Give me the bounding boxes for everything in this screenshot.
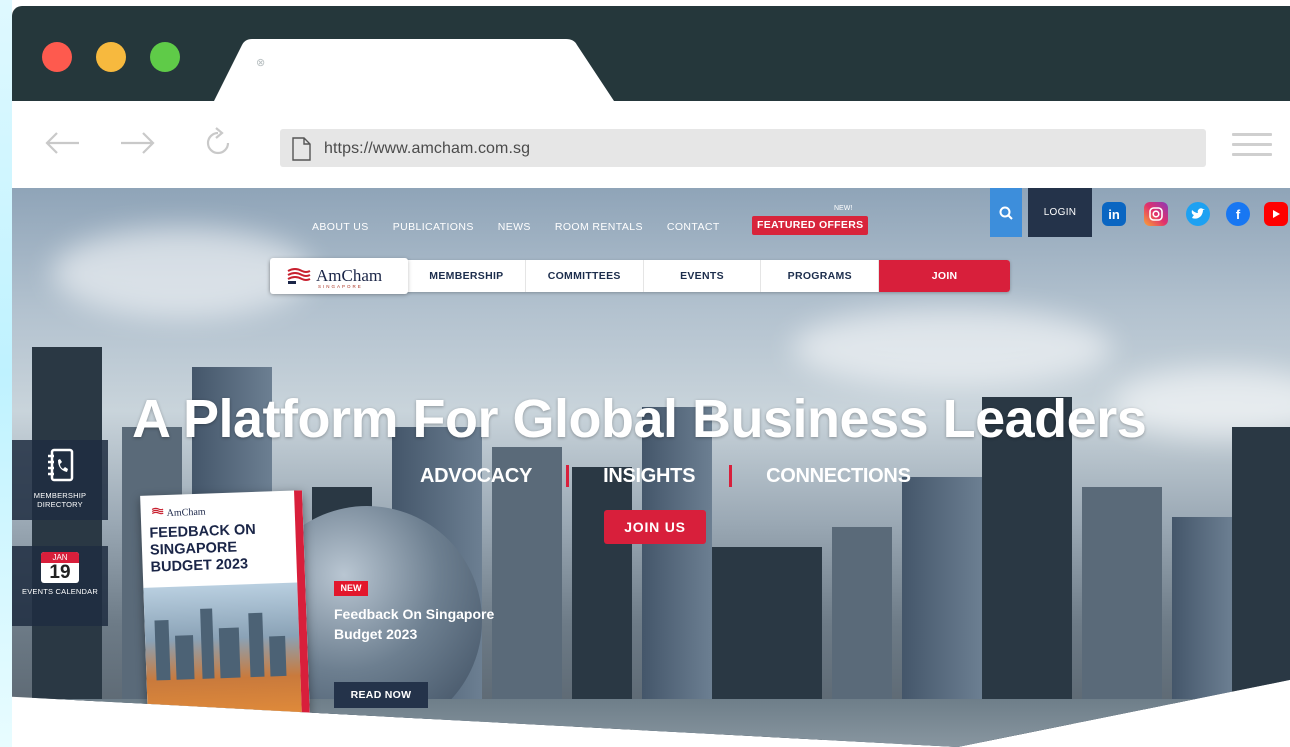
events-calendar-tile[interactable]: JAN 19 EVENTS CALENDAR [12,546,108,626]
new-badge: NEW [334,581,368,596]
nav-publications[interactable]: PUBLICATIONS [393,221,474,239]
youtube-icon[interactable] [1264,202,1288,226]
hero-title: A Platform For Global Business Leaders [132,389,1147,449]
logo-text: AmCham [316,266,383,285]
membership-directory-tile[interactable]: MEMBERSHIP DIRECTORY [12,440,108,520]
close-window-button[interactable] [42,42,72,72]
website-viewport: ABOUT US PUBLICATIONS NEWS ROOM RENTALS … [12,188,1290,747]
browser-menu-icon[interactable] [1232,133,1272,163]
flag-logo-icon [287,268,311,284]
nav-events[interactable]: EVENTS [644,260,762,292]
maximize-window-button[interactable] [150,42,180,72]
advocacy-label: ADVOCACY [420,464,533,487]
nav-contact[interactable]: CONTACT [667,221,720,239]
browser-tab[interactable] [214,39,614,101]
nav-about-us[interactable]: ABOUT US [312,221,369,239]
nav-news[interactable]: NEWS [498,221,531,239]
logo-subtext: SINGAPORE [318,284,363,289]
url-text: https://www.amcham.com.sg [324,140,531,157]
linkedin-icon[interactable]: in [1102,202,1126,226]
main-nav: AmCham SINGAPORE MEMBERSHIP COMMITTEES E… [270,258,1010,294]
browser-window: ⊗ https://www.amcham.com.sg ABOUT US PUB… [12,6,1290,747]
budget-report-cover[interactable]: AmCham FEEDBACK ON SINGAPORE BUDGET 2023 [140,490,310,721]
cloud [792,308,1112,388]
featured-new-label: NEW! [834,205,853,212]
twitter-icon[interactable] [1186,202,1210,226]
tab-close-icon[interactable]: ⊗ [256,56,265,69]
insights-label: INSIGHTS [603,464,696,487]
calendar-icon: JAN 19 [41,552,79,583]
featured-offers-button[interactable]: FEATURED OFFERS [752,216,869,235]
facebook-icon[interactable]: f [1226,202,1250,226]
reload-icon[interactable] [196,123,240,163]
nav-membership[interactable]: MEMBERSHIP [408,260,526,292]
join-button[interactable]: JOIN [879,260,1010,292]
phonebook-icon [48,448,74,482]
back-arrow-icon[interactable] [40,123,84,163]
events-calendar-label: EVENTS CALENDAR [22,587,98,596]
nav-committees[interactable]: COMMITTEES [526,260,644,292]
report-logo-text: AmCham [166,506,206,519]
search-button[interactable] [990,188,1022,237]
featured-news-title[interactable]: Feedback On Singapore Budget 2023 [334,604,534,644]
report-title: FEEDBACK ON SINGAPORE BUDGET 2023 [149,521,257,576]
report-logo: AmCham [151,506,206,520]
read-now-button[interactable]: READ NOW [334,682,428,708]
join-us-button[interactable]: JOIN US [604,510,706,544]
address-bar[interactable]: https://www.amcham.com.sg [280,129,1206,167]
report-cover-photo [143,582,302,721]
search-icon [999,206,1013,220]
top-nav: ABOUT US PUBLICATIONS NEWS ROOM RENTALS … [312,221,744,239]
page-edge [0,0,12,747]
building [1172,517,1232,747]
amcham-logo[interactable]: AmCham SINGAPORE [270,258,408,294]
building [1232,427,1290,747]
connections-label: CONNECTIONS [766,464,911,487]
calendar-day: 19 [49,562,71,583]
divider [729,465,733,487]
title-bar: ⊗ [12,6,1290,101]
browser-toolbar: https://www.amcham.com.sg [12,101,1290,188]
divider [566,465,570,487]
nav-room-rentals[interactable]: ROOM RENTALS [555,221,643,239]
page-icon [292,137,311,161]
login-button[interactable]: LOGIN [1028,188,1092,237]
building [642,407,712,747]
hero-subtitle: ADVOCACY INSIGHTS CONNECTIONS [420,464,911,488]
forward-arrow-icon[interactable] [116,123,160,163]
nav-programs[interactable]: PROGRAMS [761,260,880,292]
instagram-icon[interactable] [1144,202,1168,226]
minimize-window-button[interactable] [96,42,126,72]
membership-directory-label: MEMBERSHIP DIRECTORY [33,491,87,509]
